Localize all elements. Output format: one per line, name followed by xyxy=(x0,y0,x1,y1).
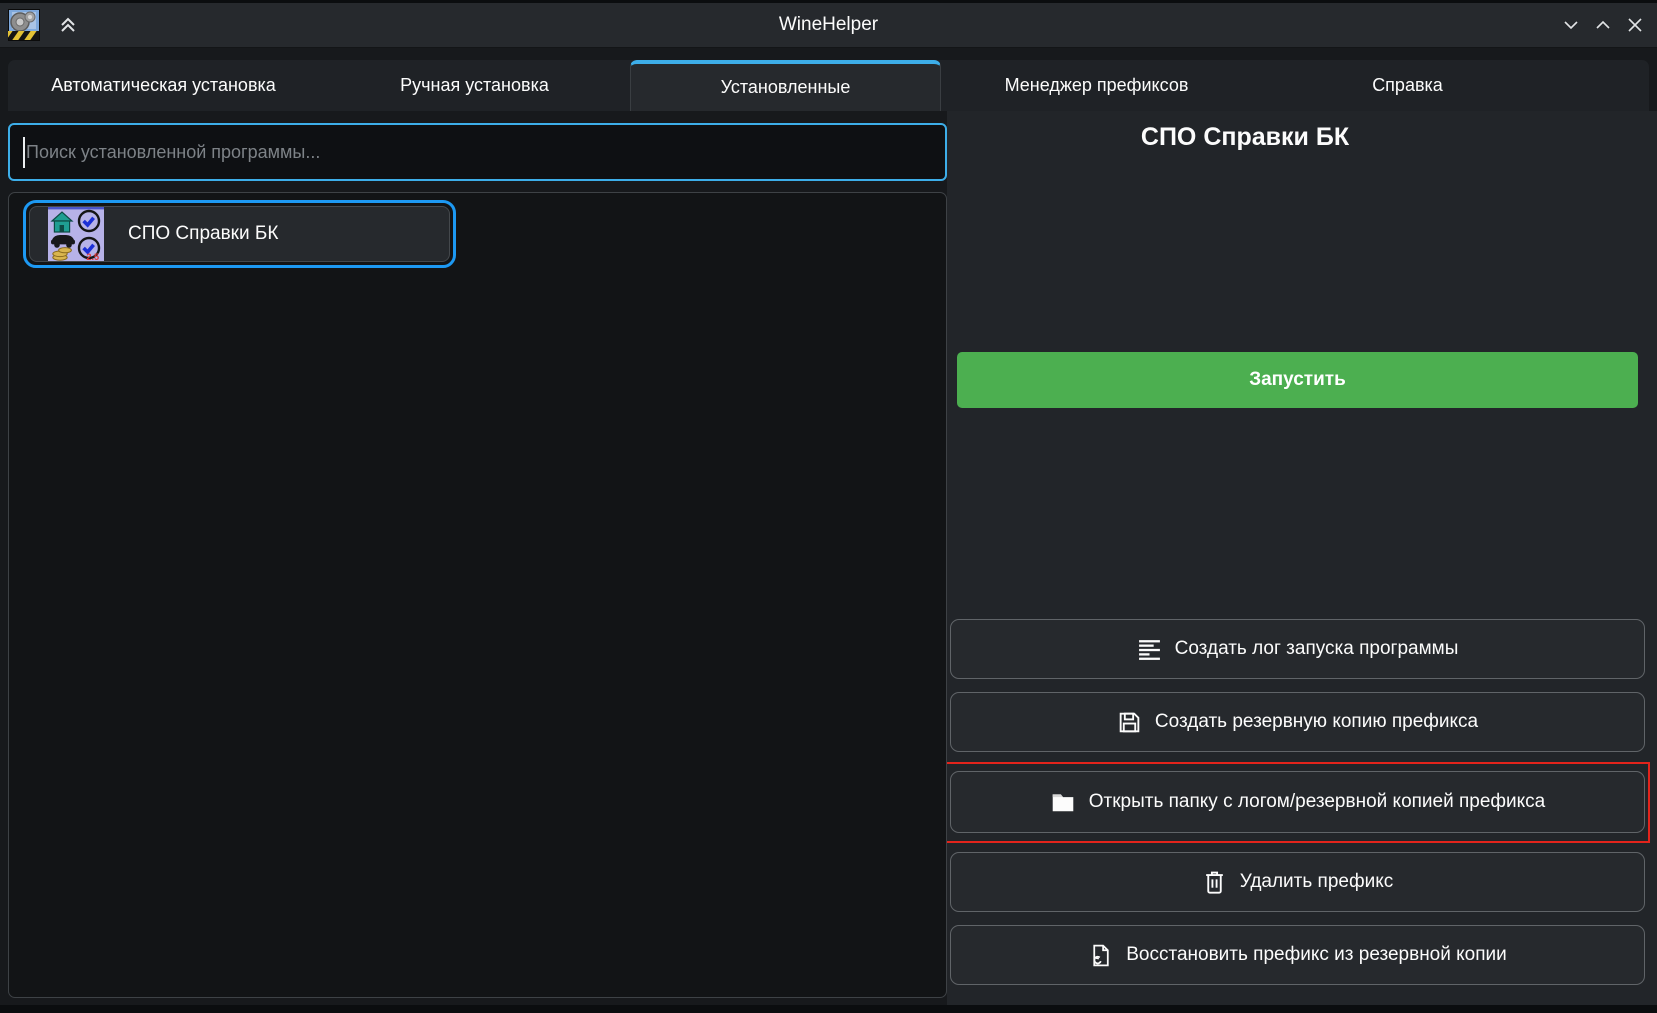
maximize-button[interactable] xyxy=(1587,9,1619,41)
tab-auto-install[interactable]: Автоматическая установка xyxy=(8,60,319,111)
open-folder-button[interactable]: Открыть папку с логом/резервной копией п… xyxy=(950,771,1645,833)
log-lines-icon xyxy=(1137,637,1162,662)
tab-installed[interactable]: Установленные xyxy=(630,60,941,111)
tab-help[interactable]: Справка xyxy=(1252,60,1563,111)
close-icon xyxy=(1624,14,1646,36)
floppy-save-icon xyxy=(1117,710,1142,735)
tab-prefix-manager[interactable]: Менеджер префиксов xyxy=(941,60,1252,111)
folder-icon xyxy=(1050,789,1076,815)
program-icon: 2.5 xyxy=(48,207,104,261)
selected-program-title: СПО Справки БК xyxy=(950,123,1540,152)
trash-icon xyxy=(1202,870,1227,895)
delete-prefix-button[interactable]: Удалить префикс xyxy=(950,852,1645,912)
list-item-label: СПО Справки БК xyxy=(128,223,278,245)
installed-programs-list: 2.5 СПО Справки БК xyxy=(8,192,947,998)
run-button[interactable]: Запустить xyxy=(957,352,1638,408)
maximize-icon xyxy=(1592,14,1614,36)
minimize-button[interactable] xyxy=(1555,9,1587,41)
list-item-spo-spravki-bk[interactable]: 2.5 СПО Справки БК xyxy=(23,200,456,268)
restore-prefix-button[interactable]: Восстановить префикс из резервной копии xyxy=(950,925,1645,985)
window-title: WineHelper xyxy=(0,3,1657,47)
minimize-icon xyxy=(1560,14,1582,36)
search-input[interactable] xyxy=(8,123,947,181)
desktop-sliver-bottom xyxy=(0,1005,1657,1013)
document-restore-icon xyxy=(1088,943,1113,968)
svg-text:2.5: 2.5 xyxy=(86,252,99,261)
winehelper-window: WineHelper Автоматическая установка Ручн… xyxy=(0,3,1657,1005)
text-caret xyxy=(23,137,25,168)
tab-manual-install[interactable]: Ручная установка xyxy=(319,60,630,111)
create-log-button[interactable]: Создать лог запуска программы xyxy=(950,619,1645,679)
tab-bar: Автоматическая установка Ручная установк… xyxy=(8,60,1649,111)
close-button[interactable] xyxy=(1619,9,1651,41)
titlebar[interactable]: WineHelper xyxy=(0,3,1657,48)
backup-prefix-button[interactable]: Создать резервную копию префикса xyxy=(950,692,1645,752)
